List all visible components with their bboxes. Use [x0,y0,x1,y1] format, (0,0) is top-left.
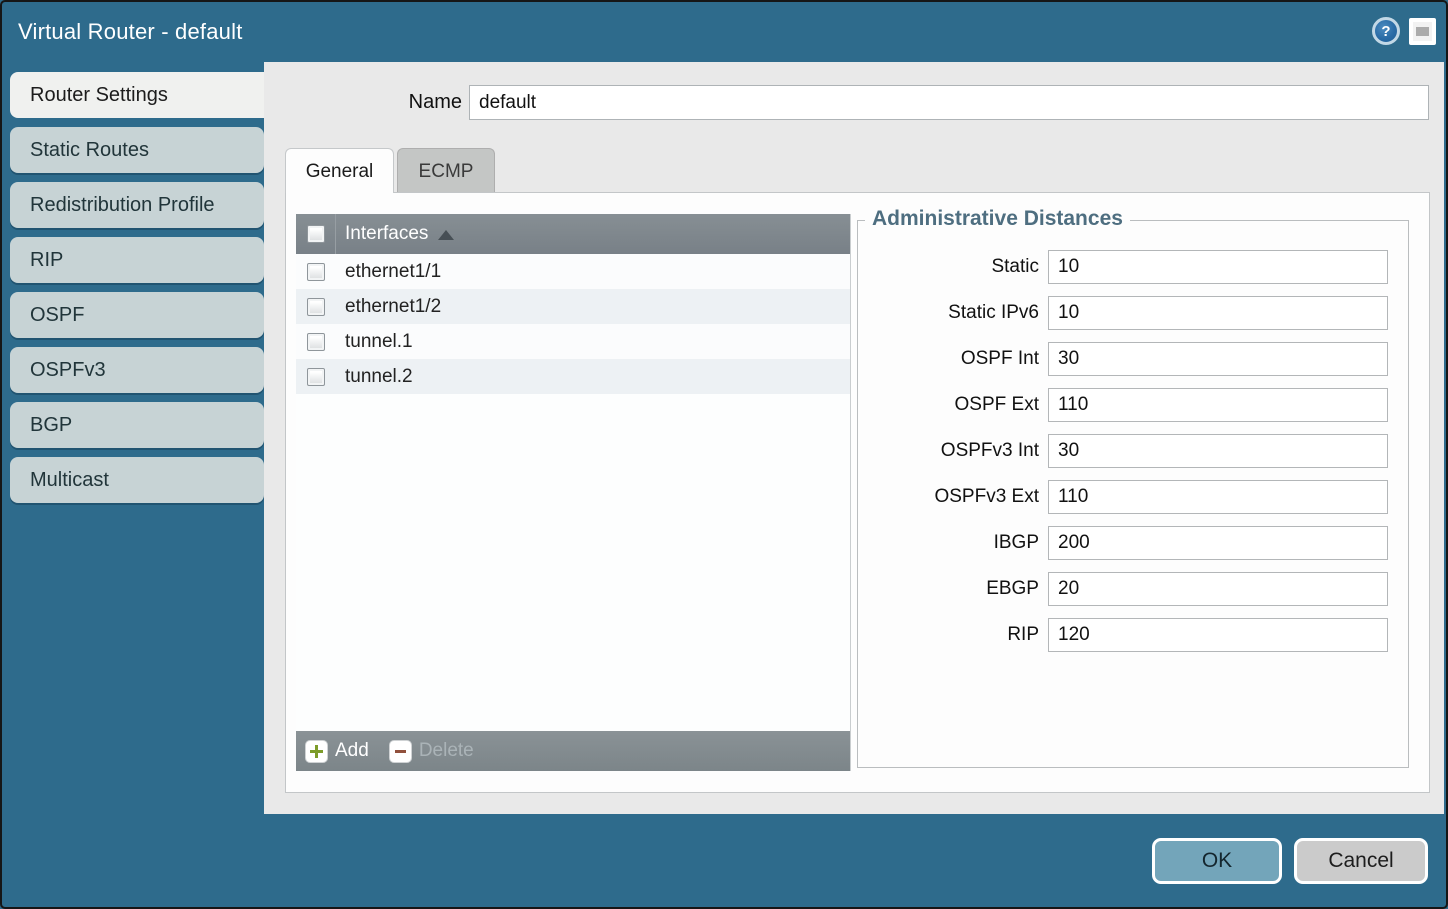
general-tab-panel: Interfaces ethernet1/1 ethernet1/2 tunne… [285,192,1430,793]
interface-name: ethernet1/1 [336,261,441,283]
cancel-button[interactable]: Cancel [1294,838,1428,884]
row-checkbox[interactable] [307,263,325,281]
ibgp-label: IBGP [858,532,1048,554]
select-all-checkbox[interactable] [307,225,325,243]
static-ipv6-label: Static IPv6 [858,302,1048,324]
minus-icon [389,740,412,763]
delete-button[interactable]: Delete [389,740,474,763]
field-row-ibgp: IBGP [858,526,1408,560]
ok-button[interactable]: OK [1152,838,1282,884]
sort-ascending-icon[interactable] [438,230,454,240]
field-row-rip: RIP [858,618,1408,652]
static-label: Static [858,256,1048,278]
table-row[interactable]: ethernet1/1 [296,254,850,289]
row-checkbox[interactable] [307,298,325,316]
plus-icon [305,740,328,763]
row-checkbox-cell [296,254,336,289]
sidebar-item-router-settings[interactable]: Router Settings [10,72,264,118]
sidebar-item-ospf[interactable]: OSPF [10,292,264,338]
static-ipv6-input[interactable] [1048,296,1388,330]
delete-button-label: Delete [419,740,474,762]
rip-input[interactable] [1048,618,1388,652]
ebgp-input[interactable] [1048,572,1388,606]
dialog-title: Virtual Router - default [18,2,243,62]
window-restore-icon[interactable] [1409,18,1436,45]
sidebar-item-ospfv3[interactable]: OSPFv3 [10,347,264,393]
interfaces-column-header[interactable]: Interfaces [336,223,428,245]
window-restore-icon-inner [1416,27,1429,36]
table-row[interactable]: ethernet1/2 [296,289,850,324]
interface-name: tunnel.1 [336,331,413,353]
ebgp-label: EBGP [858,578,1048,600]
sidebar-item-rip[interactable]: RIP [10,237,264,283]
add-button[interactable]: Add [305,740,369,763]
help-icon-glyph: ? [1381,23,1390,40]
row-checkbox[interactable] [307,333,325,351]
sidebar: Router Settings Static Routes Redistribu… [10,72,264,512]
row-checkbox-cell [296,324,336,359]
name-input[interactable] [469,85,1429,120]
ospfv3-ext-input[interactable] [1048,480,1388,514]
row-checkbox-cell [296,359,336,394]
interfaces-table-header: Interfaces [296,214,850,254]
field-row-static-ipv6: Static IPv6 [858,296,1408,330]
sidebar-item-bgp[interactable]: BGP [10,402,264,448]
virtual-router-dialog: Virtual Router - default ? Router Settin… [0,0,1448,909]
ospfv3-int-input[interactable] [1048,434,1388,468]
titlebar: Virtual Router - default ? [2,2,1446,62]
static-input[interactable] [1048,250,1388,284]
sidebar-item-multicast[interactable]: Multicast [10,457,264,503]
interfaces-table: Interfaces ethernet1/1 ethernet1/2 tunne… [296,214,851,771]
ospf-int-label: OSPF Int [858,348,1048,370]
select-all-cell [296,214,336,254]
ospf-ext-label: OSPF Ext [858,394,1048,416]
field-row-static: Static [858,250,1408,284]
sidebar-item-redistribution-profile[interactable]: Redistribution Profile [10,182,264,228]
administrative-distances-legend: Administrative Distances [865,207,1130,231]
ospf-ext-input[interactable] [1048,388,1388,422]
interface-name: ethernet1/2 [336,296,441,318]
tab-ecmp[interactable]: ECMP [397,148,495,192]
ospfv3-ext-label: OSPFv3 Ext [858,486,1048,508]
interfaces-table-body: ethernet1/1 ethernet1/2 tunnel.1 tunnel.… [296,254,850,731]
content-panel: Name General ECMP Interfaces ethernet1/1 [264,62,1444,814]
interfaces-table-footer: Add Delete [296,731,850,771]
add-button-label: Add [335,740,369,762]
sidebar-item-static-routes[interactable]: Static Routes [10,127,264,173]
help-icon[interactable]: ? [1372,17,1400,45]
tab-general[interactable]: General [285,148,394,193]
field-row-ospf-int: OSPF Int [858,342,1408,376]
administrative-distances-group: Administrative Distances Static Static I… [857,220,1409,768]
rip-label: RIP [858,624,1048,646]
ospfv3-int-label: OSPFv3 Int [858,440,1048,462]
table-row[interactable]: tunnel.1 [296,324,850,359]
name-label: Name [404,91,462,114]
field-row-ospfv3-ext: OSPFv3 Ext [858,480,1408,514]
field-row-ebgp: EBGP [858,572,1408,606]
ospf-int-input[interactable] [1048,342,1388,376]
row-checkbox[interactable] [307,368,325,386]
interface-name: tunnel.2 [336,366,413,388]
ibgp-input[interactable] [1048,526,1388,560]
row-checkbox-cell [296,289,336,324]
field-row-ospfv3-int: OSPFv3 Int [858,434,1408,468]
table-row[interactable]: tunnel.2 [296,359,850,394]
field-row-ospf-ext: OSPF Ext [858,388,1408,422]
